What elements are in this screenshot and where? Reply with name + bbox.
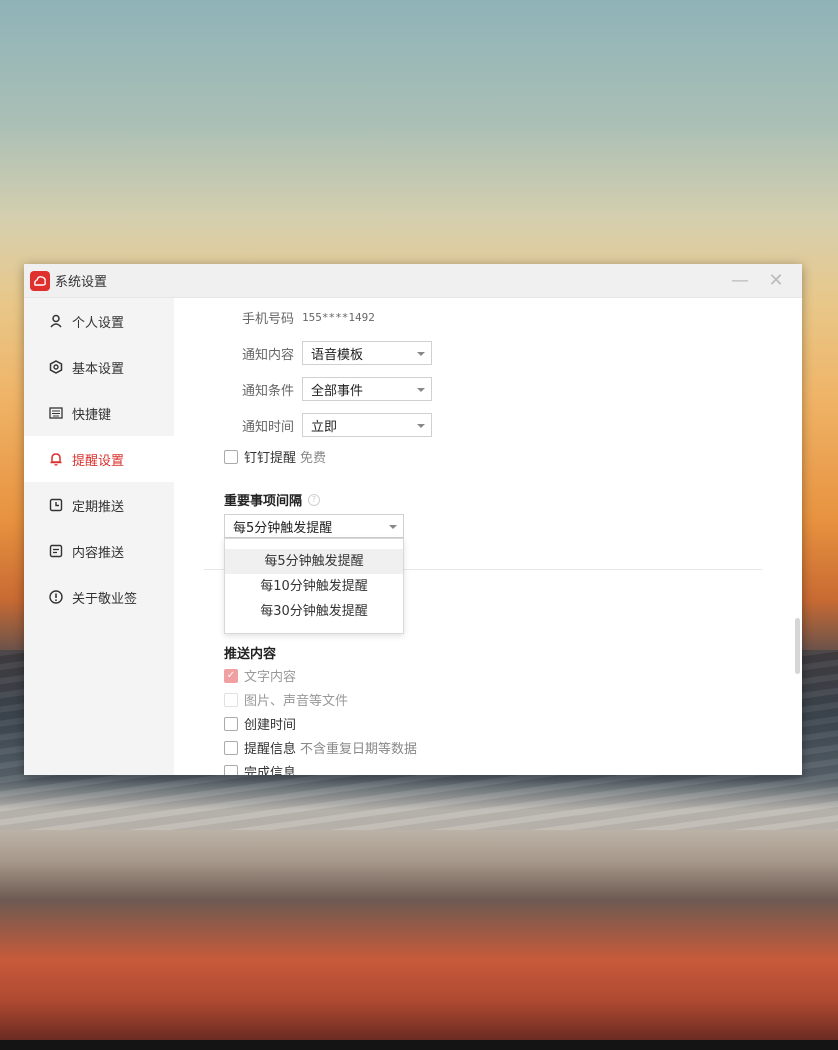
sidebar-item-label: 关于敬业签 (72, 591, 138, 607)
dingtalk-label: 钉钉提醒 (244, 451, 297, 466)
sidebar-item-about[interactable]: 关于敬业签 (24, 574, 174, 620)
important-interval-row: 每5分钟触发提醒 (224, 514, 404, 538)
dropdown-option[interactable]: 每30分钟触发提醒 (225, 599, 403, 624)
sidebar-item-reminder[interactable]: 提醒设置 (24, 436, 174, 482)
push-item-label: 提醒信息 (244, 742, 297, 757)
notify-content-value: 语音模板 (311, 347, 364, 363)
title-bar[interactable]: 系统设置 — ✕ (24, 264, 802, 298)
window-title: 系统设置 (55, 275, 108, 290)
dingtalk-note: 免费 (300, 451, 327, 466)
notify-condition-label: 通知条件 (241, 383, 294, 399)
content-scrollbar[interactable] (795, 618, 800, 674)
close-icon[interactable]: ✕ (766, 271, 786, 291)
phone-label: 手机号码 (241, 312, 294, 327)
chevron-down-icon (417, 388, 425, 392)
push-item-files: 图片、声音等文件 (224, 690, 348, 709)
push-item-label: 完成信息 (244, 766, 297, 775)
completed-info-checkbox[interactable] (224, 764, 238, 775)
keyboard-icon (48, 405, 64, 421)
sidebar-item-label: 内容推送 (72, 545, 125, 561)
push-item-completed: 完成信息 (224, 762, 296, 775)
notify-content-row: 通知内容 语音模板 (224, 341, 432, 365)
notify-condition-value: 全部事件 (311, 383, 364, 399)
push-title-row: 推送内容 (224, 643, 276, 662)
notify-time-value: 立即 (311, 419, 338, 435)
important-interval-value: 每5分钟触发提醒 (233, 520, 333, 536)
push-item-reminder: 提醒信息 不含重复日期等数据 (224, 738, 417, 757)
notify-time-row: 通知时间 立即 (224, 413, 432, 437)
taskbar (0, 1040, 838, 1050)
text-content-checkbox[interactable]: ✓ (224, 668, 238, 683)
sidebar: 个人设置 基本设置 快捷键 提醒设置 定期推送 内容推送 关于敬业签 (24, 298, 174, 775)
sidebar-item-label: 快捷键 (72, 407, 112, 423)
document-icon (48, 543, 64, 559)
notify-time-label: 通知时间 (241, 419, 294, 435)
push-item-label: 图片、声音等文件 (244, 694, 349, 709)
bell-icon (48, 451, 64, 467)
push-item-note: 不含重复日期等数据 (300, 742, 418, 757)
reminder-info-checkbox[interactable] (224, 740, 238, 755)
help-icon[interactable]: ? (308, 493, 321, 506)
interval-dropdown-menu: 每5分钟触发提醒 每10分钟触发提醒 每30分钟触发提醒 (224, 538, 404, 634)
push-item-label: 创建时间 (244, 718, 297, 733)
notify-condition-row: 通知条件 全部事件 (224, 377, 432, 401)
important-interval-title-row: 重要事项间隔 ? (224, 490, 321, 509)
sidebar-item-content-push[interactable]: 内容推送 (24, 528, 174, 574)
sidebar-item-shortcuts[interactable]: 快捷键 (24, 390, 174, 436)
sidebar-item-label: 个人设置 (72, 315, 125, 331)
chevron-down-icon (417, 424, 425, 428)
hexagon-settings-icon (48, 359, 64, 375)
notify-content-label: 通知内容 (241, 347, 294, 363)
app-logo-icon (30, 270, 50, 291)
push-item-label: 文字内容 (244, 670, 297, 685)
phone-row: 手机号码 155****1492 (224, 308, 375, 327)
dingtalk-row: 钉钉提醒 免费 (224, 447, 326, 466)
info-circle-icon (48, 589, 64, 605)
notify-time-select[interactable]: 立即 (302, 413, 432, 437)
dingtalk-checkbox[interactable] (224, 449, 238, 464)
push-content-title: 推送内容 (224, 647, 277, 662)
phone-value: 155****1492 (302, 311, 375, 324)
created-time-checkbox[interactable] (224, 716, 238, 731)
settings-content: 手机号码 155****1492 通知内容 语音模板 通知条件 全部事件 通知时… (174, 298, 802, 775)
sidebar-item-label: 基本设置 (72, 361, 125, 377)
push-item-text: ✓ 文字内容 (224, 666, 296, 685)
sidebar-item-label: 定期推送 (72, 499, 125, 515)
files-checkbox[interactable] (224, 692, 238, 707)
important-interval-title: 重要事项间隔 (224, 494, 303, 509)
push-item-created: 创建时间 (224, 714, 296, 733)
sidebar-item-personal[interactable]: 个人设置 (24, 298, 174, 344)
sidebar-item-label: 提醒设置 (72, 453, 125, 469)
settings-window: 系统设置 — ✕ 个人设置 基本设置 快捷键 提醒设置 定期推送 内容推送 关于… (24, 264, 802, 775)
sidebar-item-basic[interactable]: 基本设置 (24, 344, 174, 390)
sidebar-item-scheduled-push[interactable]: 定期推送 (24, 482, 174, 528)
chevron-down-icon (417, 352, 425, 356)
clock-doc-icon (48, 497, 64, 513)
dropdown-option[interactable]: 每5分钟触发提醒 (225, 549, 403, 574)
notify-content-select[interactable]: 语音模板 (302, 341, 432, 365)
notify-condition-select[interactable]: 全部事件 (302, 377, 432, 401)
chevron-down-icon (389, 525, 397, 529)
dropdown-option[interactable]: 每10分钟触发提醒 (225, 574, 403, 599)
important-interval-select[interactable]: 每5分钟触发提醒 (224, 514, 404, 538)
minimize-icon[interactable]: — (730, 271, 750, 291)
user-icon (48, 313, 64, 329)
